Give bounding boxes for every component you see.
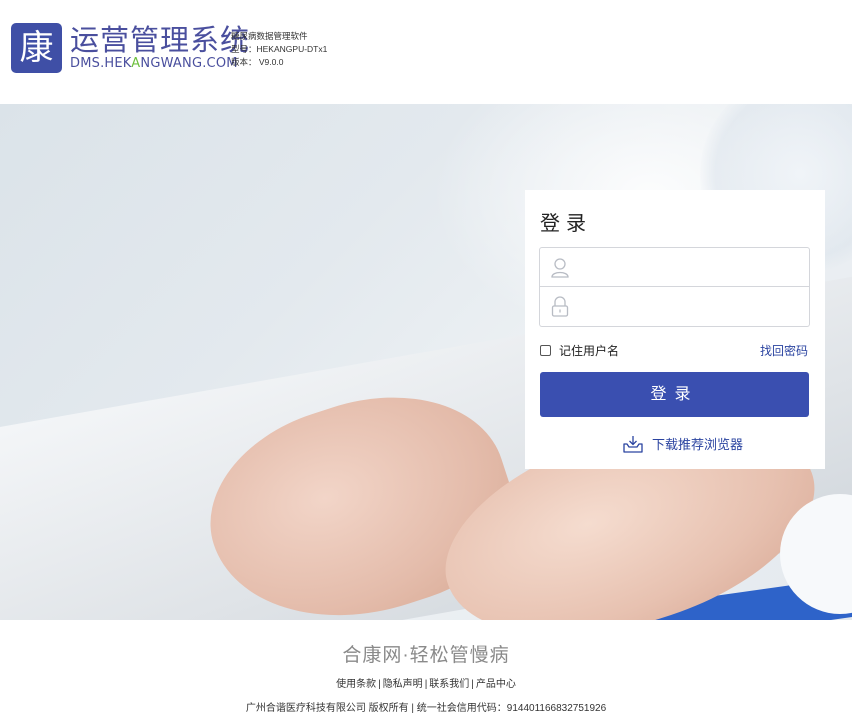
footer-copyright: 广州合谐医疗科技有限公司 版权所有 | 统一社会信用代码：91440116683… <box>245 703 607 714</box>
username-input[interactable] <box>580 248 805 286</box>
password-field[interactable] <box>539 287 810 327</box>
footer-links: 使用条款 | 隐私声明 | 联系我们 | 产品中心 <box>0 675 852 690</box>
download-tray-icon <box>623 435 643 453</box>
footer-slogan: 合康网·轻松管慢病 <box>342 645 510 666</box>
privacy-link[interactable]: 隐私声明 <box>383 679 423 690</box>
page-header: 康 运营管理系统 DMS.HEKANGWANG.COM 糖尿病数据管理软件 型号… <box>0 0 852 104</box>
forgot-password-link[interactable]: 找回密码 <box>760 342 808 359</box>
link-separator: | <box>471 679 474 690</box>
brand-logo: 康 <box>11 23 62 73</box>
lock-icon <box>551 296 569 317</box>
contact-link[interactable]: 联系我们 <box>429 679 469 690</box>
software-model: 型号：HEKANGPU-DTx1 <box>231 44 328 54</box>
brand-url: DMS.HEKANGWANG.COM <box>70 56 238 72</box>
software-name: 糖尿病数据管理软件 <box>231 31 308 41</box>
login-button[interactable]: 登录 <box>540 372 809 417</box>
login-card: 登录 记住用户名 找回密码 登录 下载推荐浏览器 <box>525 190 825 469</box>
download-label: 下载推荐浏览器 <box>652 437 744 452</box>
brand-url-suffix: NGWANG.COM <box>140 56 238 71</box>
software-info: 糖尿病数据管理软件 型号：HEKANGPU-DTx1 版本： V9.0.0 <box>231 30 327 69</box>
remember-username[interactable]: 记住用户名 <box>540 342 619 359</box>
page-footer: 合康网·轻松管慢病 使用条款 | 隐私声明 | 联系我们 | 产品中心 广州合谐医疗科技有限… <box>0 620 852 720</box>
software-version: 版本： V9.0.0 <box>231 57 284 67</box>
user-icon <box>551 258 569 278</box>
password-input[interactable] <box>580 287 805 325</box>
brand-name: 运营管理系统 <box>70 23 251 57</box>
remember-label: 记住用户名 <box>559 344 620 358</box>
remember-checkbox[interactable] <box>540 345 551 356</box>
terms-link[interactable]: 使用条款 <box>336 679 376 690</box>
download-browser-link[interactable]: 下载推荐浏览器 <box>623 434 743 453</box>
products-link[interactable]: 产品中心 <box>476 679 516 690</box>
link-separator: | <box>424 679 428 690</box>
link-separator: | <box>378 679 381 690</box>
login-title: 登录 <box>540 213 592 235</box>
brand-url-prefix: DMS.HEK <box>70 56 132 71</box>
username-field[interactable] <box>539 247 810 287</box>
